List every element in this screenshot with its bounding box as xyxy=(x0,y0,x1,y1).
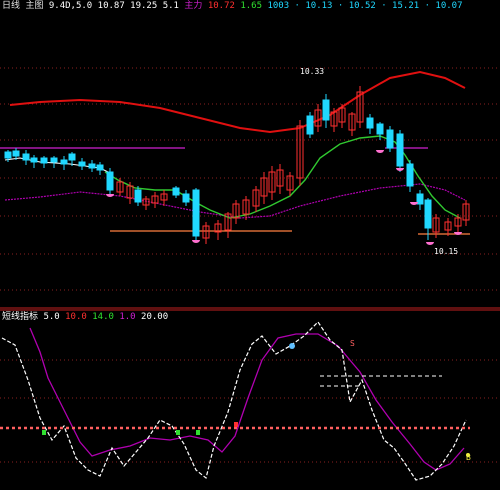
green-marker-3 xyxy=(196,430,200,435)
sub-title: 短线指标 xyxy=(2,312,39,322)
candle-body-4 xyxy=(40,157,48,164)
header-main-label: 主图 xyxy=(25,1,44,11)
candle-body-32 xyxy=(306,115,314,135)
candle-body-34 xyxy=(322,99,330,121)
header-value-d: 5.1 xyxy=(162,1,179,11)
candle-body-1 xyxy=(12,150,20,157)
sell-signal-icon-4 xyxy=(410,202,418,205)
candle-body-39 xyxy=(366,117,374,129)
sub-value-3: 14.0 xyxy=(92,312,114,322)
candle-body-7 xyxy=(68,153,76,161)
candle-body-19 xyxy=(182,193,190,203)
low-price-label: 10.15 xyxy=(434,247,459,256)
candle-body-9 xyxy=(88,163,96,169)
long-ma-line xyxy=(9,70,466,134)
sell-signal-icon-5 xyxy=(426,242,434,245)
header-value-b: 10.87 xyxy=(97,1,125,11)
stock-chart[interactable] xyxy=(0,0,500,490)
sub-value-5: 20.00 xyxy=(141,312,169,322)
header-tag-red: 10.72 xyxy=(207,1,235,11)
sub-chart-header: 短线指标 5.0 10.0 14.0 1.0 20.00 xyxy=(2,312,168,323)
candle-body-10 xyxy=(96,164,104,171)
green-marker-1 xyxy=(42,430,46,435)
candle-body-40 xyxy=(376,123,384,135)
white-oscillator-line xyxy=(1,321,467,481)
header-tag-green: 1.65 xyxy=(240,1,263,11)
candle-body-6 xyxy=(60,159,68,165)
candle-body-3 xyxy=(30,157,38,163)
green-marker-2 xyxy=(176,430,180,435)
header-tag-purple: 主力 xyxy=(184,1,203,11)
candle-body-0 xyxy=(4,151,12,159)
candle-body-14 xyxy=(134,189,142,203)
candle-body-18 xyxy=(172,187,180,196)
buy-marker: B xyxy=(466,453,471,462)
cyan-dot-marker xyxy=(289,343,295,349)
sub-value-4: 1.0 xyxy=(119,312,136,322)
candle-body-2 xyxy=(22,153,30,161)
sub-value-1: 5.0 xyxy=(43,312,60,322)
header-indicator-name: 日线 xyxy=(2,1,21,11)
header-tail: 1003 · 10.13 · 10.52 · 15.21 · 10.07 xyxy=(267,1,463,11)
candle-body-5 xyxy=(50,157,58,163)
high-price-label: 10.33 xyxy=(300,67,325,76)
main-chart-header: 日线 主图 9.4D,5.0 10.87 19.25 5.1 主力 10.72 … xyxy=(2,1,463,12)
candle-body-8 xyxy=(78,161,86,167)
candle-body-45 xyxy=(424,199,432,229)
header-value-a: 9.4D,5.0 xyxy=(48,1,93,11)
sell-signal-icon-2 xyxy=(376,150,384,153)
sell-signal-icon-1 xyxy=(192,240,200,243)
candle-body-11 xyxy=(106,171,114,191)
sell-signal-icon-3 xyxy=(396,168,404,171)
sell-signal-icon-0 xyxy=(106,194,114,197)
sell-marker: S xyxy=(350,339,355,348)
purple-oscillator-line xyxy=(29,327,465,471)
candle-body-20 xyxy=(192,189,200,237)
header-value-c: 19.25 xyxy=(130,1,158,11)
candle-body-41 xyxy=(386,129,394,149)
purple-ma-line xyxy=(4,183,466,219)
candle-body-42 xyxy=(396,133,404,167)
sub-value-2: 10.0 xyxy=(65,312,87,322)
candle-body-43 xyxy=(406,163,414,187)
red-marker-1 xyxy=(234,422,238,427)
